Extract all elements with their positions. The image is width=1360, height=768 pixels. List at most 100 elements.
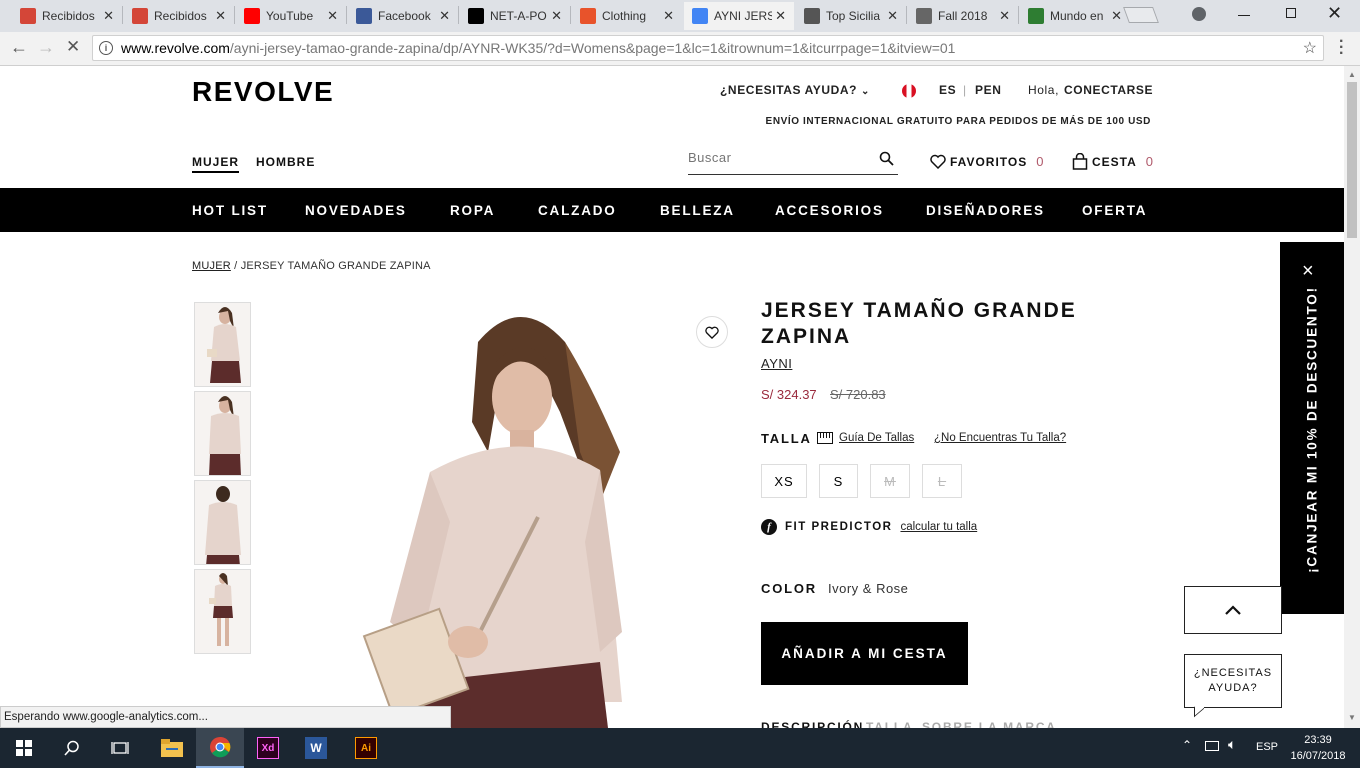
tab-size[interactable]: TALLA: [866, 720, 913, 728]
show-hidden-icons[interactable]: ⌃: [1182, 738, 1192, 752]
main-product-image[interactable]: [360, 302, 660, 728]
search-icon[interactable]: [48, 728, 96, 768]
tab-close-icon[interactable]: ✕: [775, 8, 786, 24]
product-thumbnail[interactable]: [194, 391, 251, 476]
tab-close-icon[interactable]: ✕: [327, 8, 338, 24]
chrome-menu-icon[interactable]: · · ·: [1339, 34, 1344, 62]
browser-tab[interactable]: Fall 2018 ✕: [908, 2, 1018, 30]
tab-close-icon[interactable]: ✕: [215, 8, 226, 24]
login-link[interactable]: CONECTARSE: [1064, 83, 1153, 97]
info-icon[interactable]: i: [99, 41, 113, 55]
scroll-down-arrow[interactable]: ▼: [1348, 713, 1356, 722]
util-separator: |: [963, 83, 967, 97]
revolve-logo[interactable]: REVOLVE: [192, 76, 334, 108]
browser-tab[interactable]: Facebook ✕: [348, 2, 458, 30]
peru-flag-icon[interactable]: [902, 84, 916, 98]
scrollbar-thumb[interactable]: [1347, 82, 1357, 238]
ruler-icon: [817, 432, 833, 444]
add-to-cart-button[interactable]: AÑADIR A MI CESTA: [761, 622, 968, 685]
size-guide-link[interactable]: Guía De Tallas: [817, 432, 914, 444]
brand-link[interactable]: AYNI: [761, 356, 792, 371]
size-option-s[interactable]: S: [819, 464, 858, 498]
back-button[interactable]: ←: [10, 37, 28, 58]
scroll-up-arrow[interactable]: ▲: [1348, 70, 1356, 79]
restore-button[interactable]: [1286, 8, 1296, 18]
address-bar[interactable]: i www.revolve.com/ayni-jersey-tamao-gran…: [92, 35, 1324, 61]
browser-tab-label: Top Sicilia: [826, 9, 881, 23]
nav-oferta[interactable]: OFERTA: [1082, 203, 1147, 218]
xd-icon[interactable]: Xd: [244, 728, 292, 768]
tab-close-icon[interactable]: ✕: [439, 8, 450, 24]
minimize-button[interactable]: [1238, 15, 1250, 16]
search-field[interactable]: [688, 149, 898, 175]
browser-tab[interactable]: AYNI JERS ✕: [684, 2, 794, 30]
forward-button[interactable]: →: [37, 37, 55, 58]
network-icon[interactable]: [1205, 741, 1219, 751]
breadcrumb-root[interactable]: MUJER: [192, 260, 231, 272]
browser-tab[interactable]: Clothing ✕: [572, 2, 682, 30]
nav-disenadores[interactable]: DISEÑADORES: [926, 203, 1045, 218]
tab-close-icon[interactable]: ✕: [887, 8, 898, 24]
tab-close-icon[interactable]: ✕: [663, 8, 674, 24]
nav-accesorios[interactable]: ACCESORIOS: [775, 203, 884, 218]
discount-promo-panel[interactable]: × ¡CANJEAR MI 10% DE DESCUENTO!: [1280, 242, 1344, 614]
new-tab-button[interactable]: [1123, 7, 1159, 23]
nav-ropa[interactable]: ROPA: [450, 203, 495, 218]
language-selector[interactable]: ES: [939, 83, 956, 97]
tab-close-icon[interactable]: ✕: [103, 8, 114, 24]
volume-icon[interactable]: 🔈︎: [1228, 736, 1236, 753]
nav-belleza[interactable]: BELLEZA: [660, 203, 735, 218]
search-icon[interactable]: [879, 151, 894, 166]
browser-tab[interactable]: Recibidos ✕: [12, 2, 122, 30]
browser-tab[interactable]: NET-A-PO ✕: [460, 2, 570, 30]
tab-separator: [458, 6, 459, 24]
profile-icon[interactable]: [1192, 7, 1206, 21]
browser-tab[interactable]: Mundo en ✕: [1020, 2, 1130, 30]
browser-tab[interactable]: Top Sicilia ✕: [796, 2, 906, 30]
fit-predictor[interactable]: f FIT PREDICTOR calcular tu talla: [761, 519, 977, 535]
browser-toolbar: ← → ✕ i www.revolve.com/ayni-jersey-tama…: [0, 32, 1360, 66]
page-scrollbar[interactable]: ▲ ▼: [1344, 66, 1360, 728]
tab-separator: [570, 6, 571, 24]
chrome-icon[interactable]: [196, 728, 244, 768]
bookmark-star-icon[interactable]: ☆: [1303, 38, 1317, 58]
nav-calzado[interactable]: CALZADO: [538, 203, 617, 218]
gender-tab-men[interactable]: HOMBRE: [256, 155, 315, 169]
size-guide-label: Guía De Tallas: [839, 432, 915, 444]
task-view-icon[interactable]: [96, 728, 144, 768]
nav-hot-list[interactable]: HOT LIST: [192, 203, 268, 218]
fit-predictor-link[interactable]: calcular tu talla: [900, 521, 977, 533]
currency-selector[interactable]: PEN: [975, 83, 1001, 97]
size-option-xs[interactable]: XS: [761, 464, 807, 498]
cart-link[interactable]: CESTA 0: [1072, 153, 1153, 170]
product-thumbnail[interactable]: [194, 302, 251, 387]
heart-icon: [705, 326, 719, 339]
browser-tab[interactable]: YouTube ✕: [236, 2, 346, 30]
gender-tab-women[interactable]: MUJER: [192, 155, 240, 173]
stop-loading-button[interactable]: ✕: [66, 37, 80, 57]
illustrator-icon[interactable]: Ai: [342, 728, 390, 768]
tab-close-icon[interactable]: ✕: [1111, 8, 1122, 24]
word-icon[interactable]: W: [292, 728, 340, 768]
tab-about-brand[interactable]: SOBRE LA MARCA: [922, 720, 1057, 728]
product-thumbnail[interactable]: [194, 569, 251, 654]
window-close-button[interactable]: ✕: [1327, 3, 1342, 24]
favorites-link[interactable]: FAVORITOS 0: [930, 154, 1043, 169]
windows-icon[interactable]: [0, 728, 48, 768]
help-dropdown[interactable]: ¿NECESITAS AYUDA? ⌄: [720, 83, 870, 97]
product-thumbnail[interactable]: [194, 480, 251, 565]
tab-description[interactable]: DESCRIPCIÓN: [761, 720, 864, 728]
scroll-to-top-button[interactable]: [1184, 586, 1282, 634]
check-icon: [1028, 8, 1044, 24]
help-chat-bubble[interactable]: ¿NECESITAS AYUDA?: [1184, 654, 1282, 708]
nav-novedades[interactable]: NOVEDADES: [305, 203, 407, 218]
file-explorer-icon[interactable]: [148, 728, 196, 768]
tab-close-icon[interactable]: ✕: [999, 8, 1010, 24]
browser-tab[interactable]: Recibidos ✕: [124, 2, 234, 30]
input-language[interactable]: ESP: [1256, 741, 1278, 753]
clock[interactable]: 23:39 16/07/2018: [1286, 732, 1350, 764]
search-input[interactable]: [688, 150, 868, 165]
tab-close-icon[interactable]: ✕: [551, 8, 562, 24]
add-to-favorites-button[interactable]: [696, 316, 728, 348]
size-not-found-link[interactable]: ¿No Encuentras Tu Talla?: [934, 432, 1066, 444]
